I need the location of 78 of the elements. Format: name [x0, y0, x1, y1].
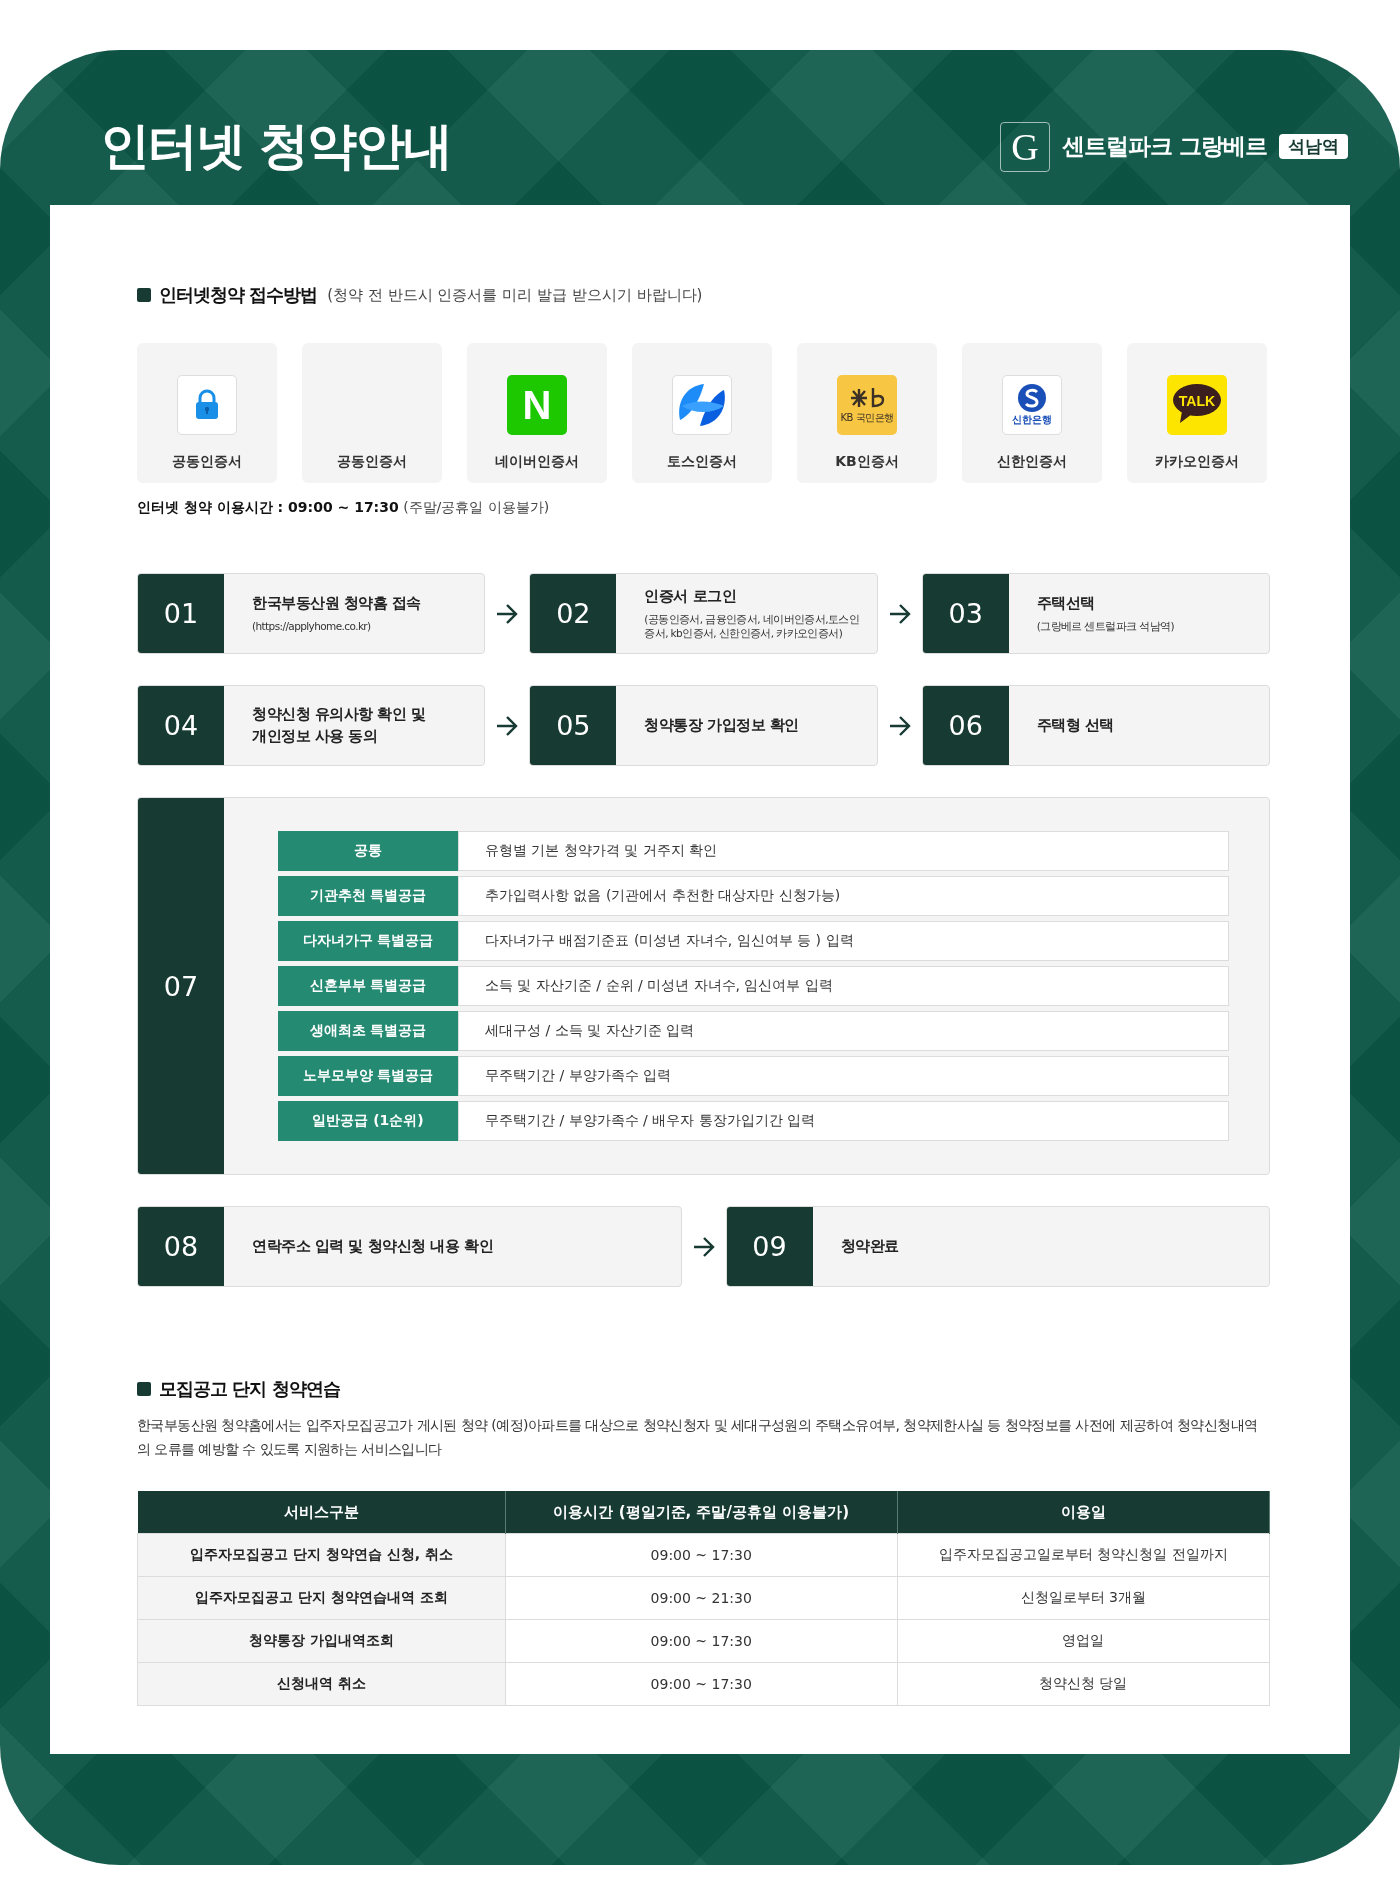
- step-detail: (https://applyhome.co.kr): [252, 619, 372, 634]
- step-number: 02: [530, 574, 617, 653]
- step-number: 05: [530, 686, 617, 765]
- station-badge: 석남역: [1279, 134, 1348, 159]
- table-cell: 입주자모집공고 단지 청약연습 신청, 취소: [137, 1533, 506, 1577]
- supply-type-label: 기관추천 특별공급: [278, 876, 458, 916]
- section-note: (청약 전 반드시 인증서를 미리 발급 받으시기 바랍니다): [327, 285, 703, 305]
- supply-type-label: 일반공급 (1순위): [278, 1101, 458, 1141]
- table-cell: 입주자모집공고 단지 청약연습내역 조회: [137, 1576, 506, 1620]
- certificate-tile[interactable]: 공동인증서: [302, 343, 442, 483]
- section-description: 한국부동산원 청약홈에서는 입주자모집공고가 게시된 청약 (예정)아파트를 대상으로 청약신청자 및 세대구성원의 주택소유여부, 청약제한사실 등 청약정보를 사전에 제공하여 청약신청내역의 오류를 예방할 수 있도록 지원하는 서비스입니다: [137, 1416, 1259, 1459]
- step-number: 01: [138, 574, 224, 653]
- step-detail: (공동인증서, 금융인증서, 네이버인증서,토스인증서, kb인증서, 신한인증서, 카카오인증서): [644, 611, 861, 642]
- table-cell: 청약신청 당일: [897, 1662, 1270, 1706]
- step-number: 06: [922, 686, 1009, 765]
- table-cell: 09:00 ~ 17:30: [505, 1619, 898, 1663]
- step-number: 03: [922, 574, 1009, 653]
- shinhan-logo-icon: 신한은행: [1002, 375, 1062, 435]
- step-title: 주택형 선택: [1036, 714, 1114, 736]
- bullet-icon: [137, 288, 151, 302]
- step-number: 04: [138, 686, 224, 765]
- table-cell: 신청일로부터 3개월: [897, 1576, 1270, 1620]
- step-title: 한국부동산원 청약홈 접속: [252, 593, 421, 615]
- table-cell: 청약통장 가입내역조회: [137, 1619, 506, 1663]
- supply-type-description: 세대구성 / 소득 및 자산기준 입력: [458, 1011, 1229, 1051]
- supply-type-description: 추가입력사항 없음 (기관에서 추천한 대상자만 신청가능): [458, 876, 1229, 916]
- supply-type-label: 다자녀가구 특별공급: [278, 921, 458, 961]
- kb-logo-icon: KB 국민은행: [837, 375, 897, 435]
- arrow-icon: [495, 602, 520, 625]
- step-detail: (그랑베르 센트럴파크 석남역): [1036, 619, 1174, 634]
- naver-logo-icon: N: [507, 375, 567, 435]
- brand-name: 센트럴파크 그랑베르: [1062, 132, 1267, 161]
- step-number: 09: [726, 1207, 813, 1286]
- step-title: 청약신청 유의사항 확인 및 개인정보 사용 동의: [252, 703, 427, 747]
- certificate-tile[interactable]: N 네이버인증서: [467, 343, 607, 483]
- column-header: 이용일: [897, 1491, 1270, 1534]
- supply-type-label: 생애최초 특별공급: [278, 1011, 458, 1051]
- certificate-tile[interactable]: 공동인증서: [137, 343, 277, 483]
- step-title: 주택선택: [1036, 593, 1096, 615]
- step-number: 07: [138, 798, 224, 1174]
- bullet-icon: [137, 1382, 151, 1396]
- arrow-icon: [691, 1235, 716, 1258]
- arrow-icon: [495, 714, 520, 737]
- certificate-tile[interactable]: 신한은행 신한인증서: [962, 343, 1102, 483]
- table-cell: 영업일: [897, 1619, 1270, 1663]
- table-cell: 09:00 ~ 17:30: [505, 1533, 898, 1577]
- table-cell: 09:00 ~ 21:30: [505, 1576, 898, 1620]
- supply-type-description: 무주택기간 / 부양가족수 / 배우자 통장가입기간 입력: [458, 1101, 1229, 1141]
- step-title: 연락주소 입력 및 청약신청 내용 확인: [252, 1235, 494, 1257]
- supply-type-description: 유형별 기본 청약가격 및 거주지 확인: [458, 831, 1229, 871]
- step-title: 인증서 로그인: [644, 585, 738, 607]
- arrow-icon: [887, 714, 912, 737]
- supply-type-description: 소득 및 자산기준 / 순위 / 미성년 자녀수, 임신여부 입력: [458, 966, 1229, 1006]
- section-title: 모집공고 단지 청약연습: [159, 1377, 340, 1401]
- kakao-talk-icon: TALK: [1167, 375, 1227, 435]
- certificate-tile[interactable]: 토스인증서: [632, 343, 772, 483]
- column-header: 이용시간 (평일기준, 주말/공휴일 이용불가): [505, 1491, 898, 1534]
- section-title: 인터넷청약 접수방법: [159, 283, 318, 307]
- brand-logo: G: [1000, 121, 1050, 172]
- hours-text: 인터넷 청약 이용시간 : 09:00 ~ 17:30 (주말/공휴일 이용불가): [137, 499, 551, 517]
- toss-logo-icon: [672, 375, 732, 435]
- certificate-tile[interactable]: KB 국민은행 KB인증서: [797, 343, 937, 483]
- table-cell: 입주자모집공고일로부터 청약신청일 전일까지: [897, 1533, 1270, 1577]
- supply-type-label: 공통: [278, 831, 458, 871]
- supply-type-description: 다자녀가구 배점기준표 (미성년 자녀수, 임신여부 등 ) 입력: [458, 921, 1229, 961]
- table-cell: 09:00 ~ 17:30: [505, 1662, 898, 1706]
- column-header: 서비스구분: [137, 1491, 506, 1534]
- supply-type-description: 무주택기간 / 부양가족수 입력: [458, 1056, 1229, 1096]
- step-title: 청약통장 가입정보 확인: [644, 714, 799, 736]
- table-cell: 신청내역 취소: [137, 1662, 506, 1706]
- step-number: 08: [138, 1207, 224, 1286]
- step-title: 청약완료: [840, 1235, 899, 1257]
- supply-type-label: 노부모부양 특별공급: [278, 1056, 458, 1096]
- arrow-icon: [887, 602, 912, 625]
- lock-icon: [177, 375, 237, 435]
- supply-type-label: 신혼부부 특별공급: [278, 966, 458, 1006]
- page-title: 인터넷 청약안내: [100, 116, 452, 177]
- certificate-tile[interactable]: TALK 카카오인증서: [1127, 343, 1267, 483]
